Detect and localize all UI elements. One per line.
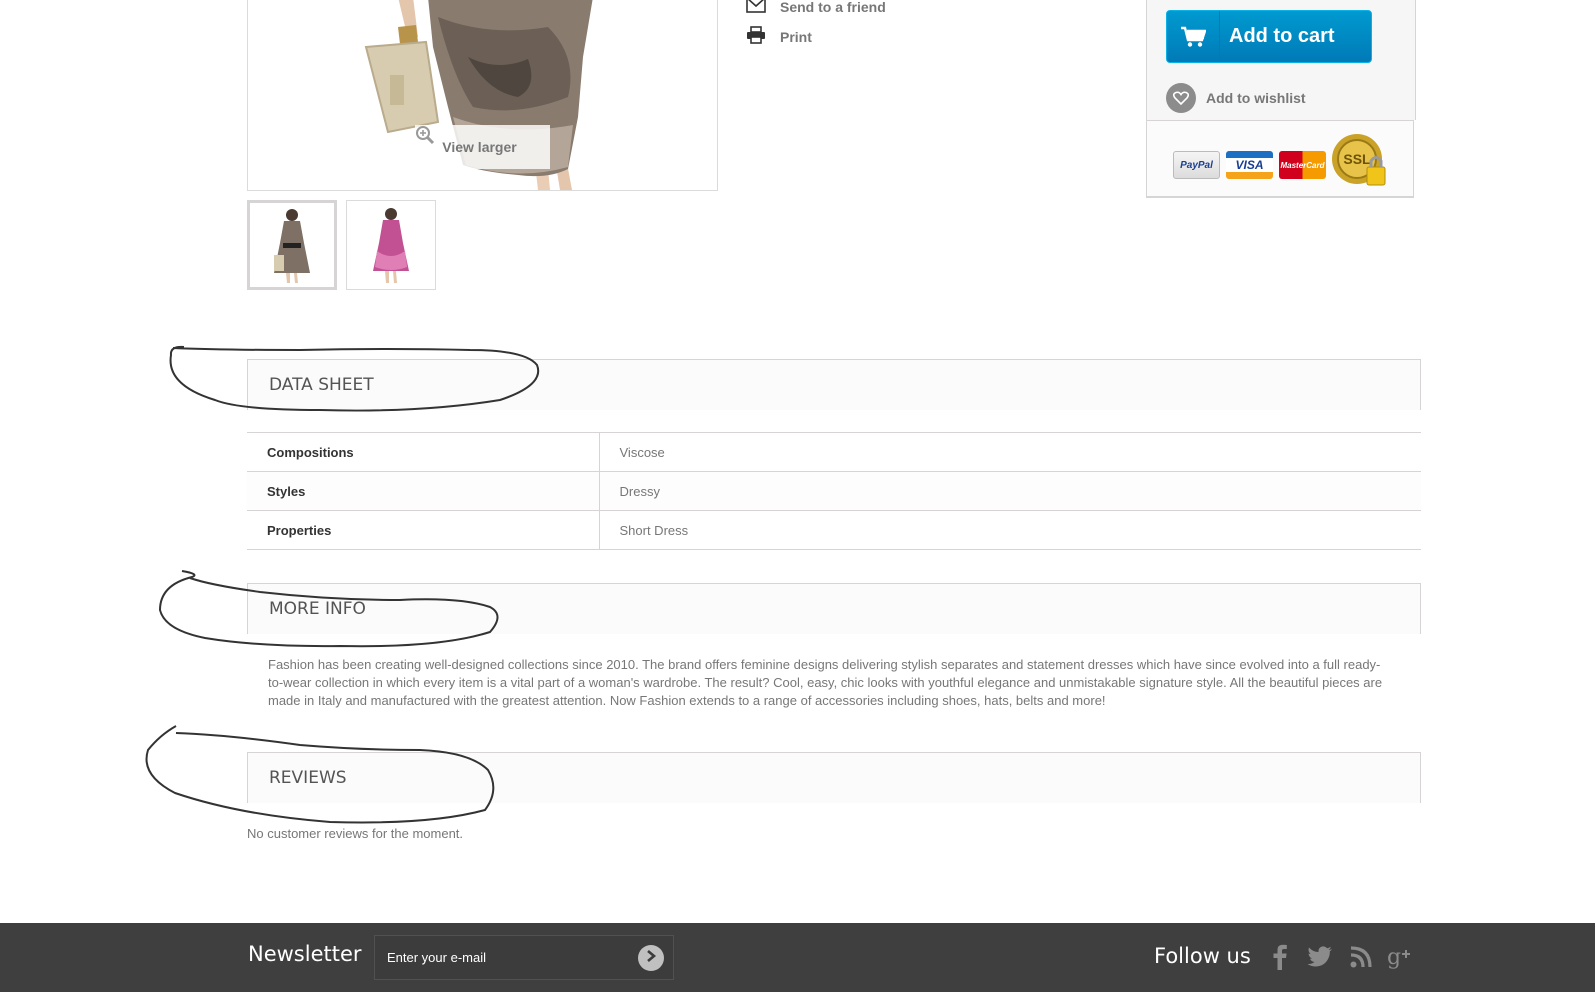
- send-to-friend-link[interactable]: Send to a friend: [746, 0, 886, 16]
- printer-icon: [746, 26, 766, 47]
- more-info-title: MORE INFO: [269, 599, 366, 619]
- newsletter-submit-button[interactable]: [638, 945, 664, 971]
- ssl-text: SSL: [1343, 151, 1371, 167]
- ssl-badge-icon: SSL: [1331, 133, 1387, 189]
- data-sheet-header: DATA SHEET: [247, 359, 1421, 410]
- facebook-icon[interactable]: [1265, 942, 1295, 972]
- newsletter-title: Newsletter: [248, 942, 362, 966]
- table-row: Compositions Viscose: [247, 432, 1421, 472]
- cart-icon: [1167, 11, 1220, 62]
- svg-text:g: g: [1387, 945, 1401, 970]
- follow-us-title: Follow us: [1154, 944, 1251, 968]
- google-plus-icon[interactable]: g: [1386, 942, 1416, 972]
- more-info-text: Fashion has been creating well-designed …: [268, 657, 1383, 708]
- envelope-icon: [746, 0, 766, 16]
- visa-logo: VISA: [1226, 151, 1273, 179]
- data-sheet-key: Properties: [247, 510, 600, 550]
- reviews-title: REVIEWS: [269, 768, 347, 788]
- reviews-header: REVIEWS: [247, 752, 1421, 803]
- data-sheet-title: DATA SHEET: [269, 375, 374, 395]
- more-info-header: MORE INFO: [247, 583, 1421, 634]
- product-main-image[interactable]: View larger: [247, 0, 718, 191]
- table-row: Styles Dressy: [247, 471, 1421, 511]
- view-larger-label: View larger: [442, 139, 517, 155]
- data-sheet-key: Compositions: [247, 432, 600, 472]
- data-sheet-value: Short Dress: [599, 510, 1421, 550]
- newsletter-email-input[interactable]: [374, 935, 674, 980]
- twitter-icon[interactable]: [1305, 942, 1335, 972]
- add-to-cart-label: Add to cart: [1229, 25, 1335, 47]
- paypal-logo: PayPal: [1173, 151, 1220, 179]
- add-to-wishlist-link[interactable]: Add to wishlist: [1166, 83, 1306, 113]
- data-sheet-value: Viscose: [599, 432, 1421, 472]
- table-row: Properties Short Dress: [247, 510, 1421, 550]
- add-to-wishlist-label: Add to wishlist: [1206, 90, 1306, 106]
- no-reviews-message: No customer reviews for the moment.: [247, 826, 464, 841]
- data-sheet-key: Styles: [247, 471, 600, 511]
- product-thumbnail-2[interactable]: [346, 200, 436, 290]
- payment-logos: PayPal VISA MasterCard SSL: [1146, 120, 1414, 198]
- heart-icon: [1166, 83, 1196, 113]
- send-to-friend-label: Send to a friend: [780, 0, 886, 15]
- add-to-cart-button[interactable]: Add to cart: [1166, 10, 1372, 63]
- data-sheet-value: Dressy: [599, 471, 1421, 511]
- chevron-right-icon: [645, 949, 657, 967]
- data-sheet-table: Compositions Viscose Styles Dressy Prope…: [247, 432, 1421, 550]
- print-link[interactable]: Print: [746, 26, 812, 47]
- print-label: Print: [780, 28, 812, 45]
- view-larger-button[interactable]: View larger: [415, 125, 550, 169]
- mastercard-logo: MasterCard: [1279, 151, 1326, 179]
- rss-icon[interactable]: [1346, 942, 1376, 972]
- product-thumbnail-1[interactable]: [247, 200, 337, 290]
